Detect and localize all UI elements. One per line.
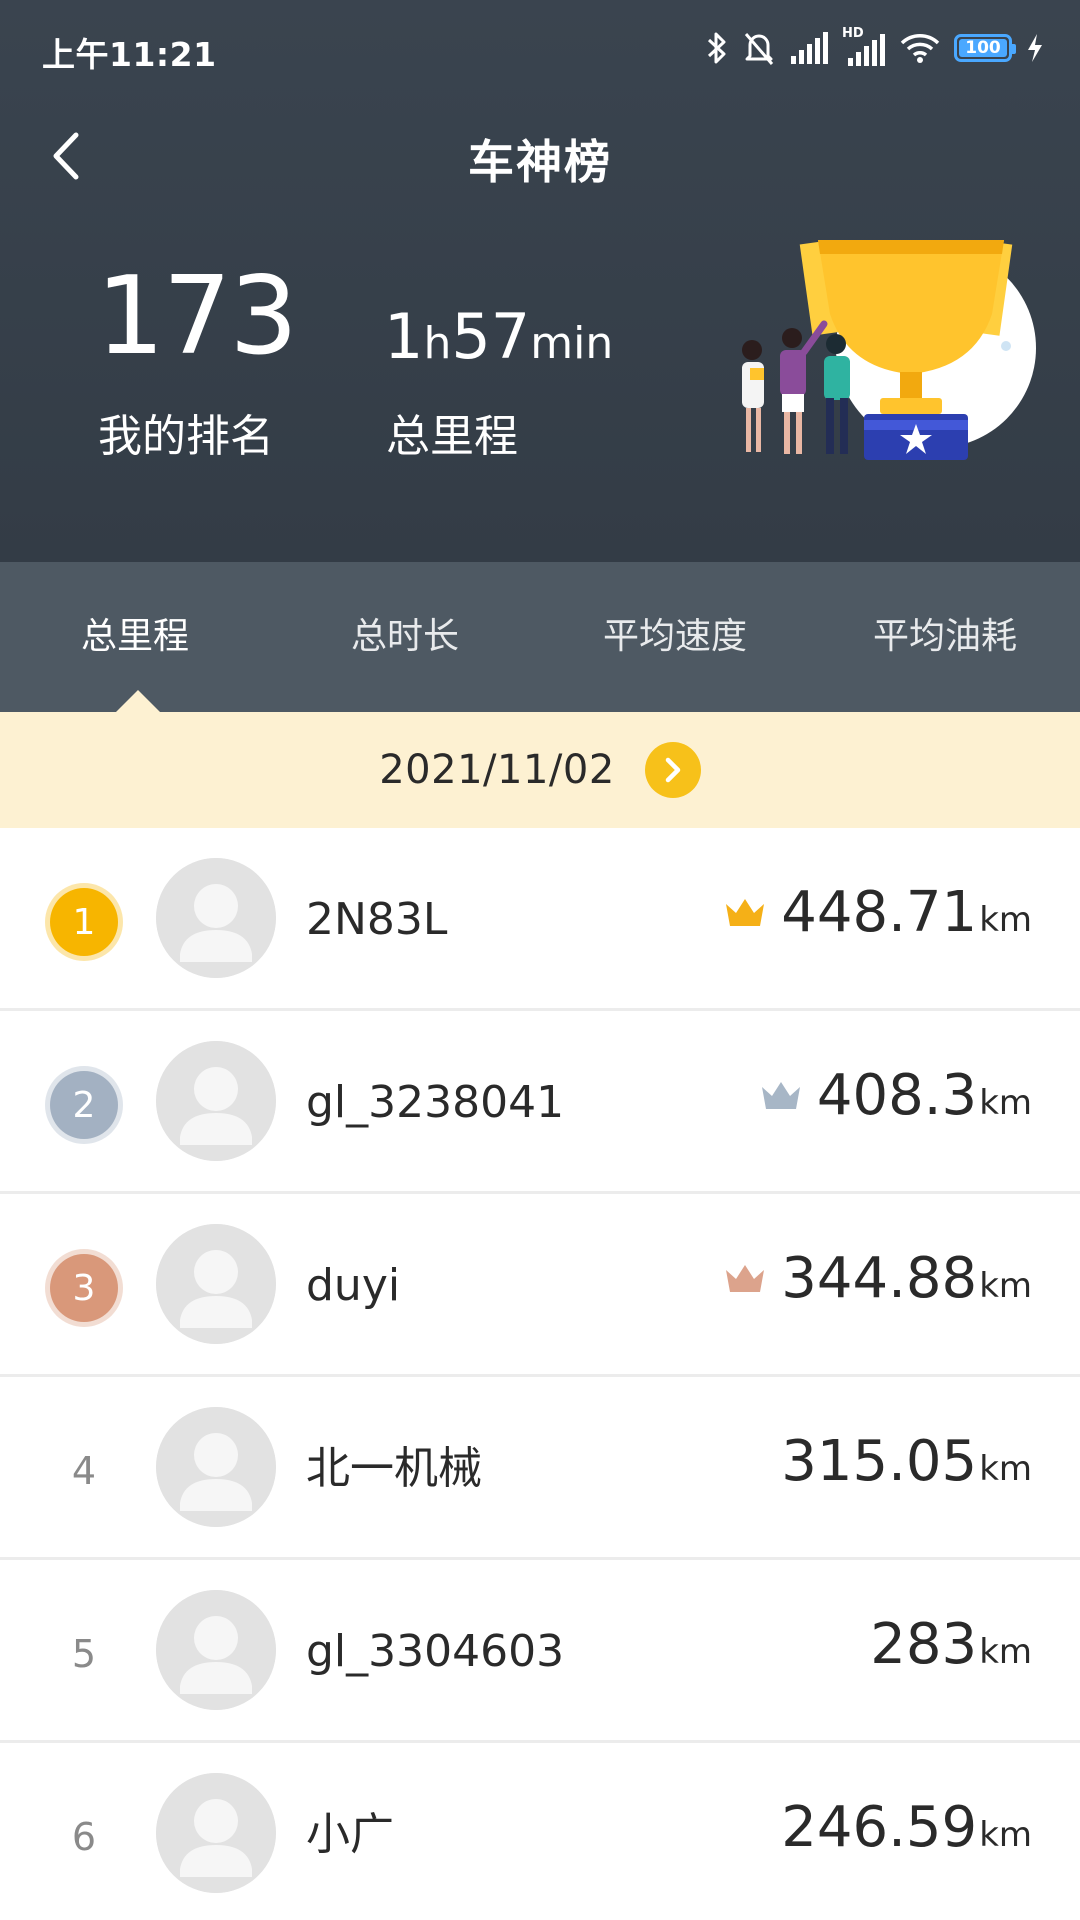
- chevron-right-icon: [665, 757, 681, 783]
- mileage-number: 344.88: [781, 1246, 978, 1311]
- battery-level: 100: [965, 38, 1001, 58]
- battery-icon: 100: [954, 34, 1016, 62]
- rank-badge: 2: [50, 1071, 118, 1139]
- tab-average-speed[interactable]: 平均速度: [540, 562, 810, 712]
- user-name: duyi: [306, 1260, 401, 1311]
- tab-bar: 总里程 总时长 平均速度 平均油耗: [0, 562, 1080, 712]
- mileage-value: 283 km: [870, 1612, 1032, 1677]
- crown-icon: [761, 1081, 800, 1109]
- user-name: gl_3238041: [306, 1077, 565, 1128]
- rank-number: 4: [71, 1449, 97, 1493]
- avatar[interactable]: [156, 1224, 276, 1344]
- mileage-number: 408.3: [816, 1063, 978, 1128]
- mileage-value: 246.59 km: [781, 1795, 1032, 1860]
- avatar[interactable]: [156, 858, 276, 978]
- ranking-row[interactable]: 6 小广 246.59 km: [0, 1743, 1080, 1920]
- total-label: 总里程: [386, 411, 518, 462]
- user-name: 2N83L: [306, 894, 448, 945]
- my-rank-value: 173: [96, 254, 298, 379]
- minutes-value: 57: [451, 300, 531, 373]
- ranking-row[interactable]: 3 duyi 344.88 km: [0, 1194, 1080, 1377]
- mileage-number: 448.71: [781, 880, 978, 945]
- user-name: 北一机械: [306, 1443, 482, 1494]
- rank-number: 6: [71, 1815, 97, 1859]
- ranking-row[interactable]: 5 gl_3304603 283 km: [0, 1560, 1080, 1743]
- page-title: 车神榜: [468, 135, 612, 189]
- bluetooth-icon: [707, 32, 726, 64]
- status-icons: HD 100: [706, 26, 1044, 68]
- mileage-value: 408.3 km: [759, 1063, 1032, 1128]
- avatar[interactable]: [156, 1773, 276, 1893]
- mileage-number: 283: [870, 1612, 978, 1677]
- tab-total-duration[interactable]: 总时长: [270, 562, 540, 712]
- mileage-unit: km: [979, 1449, 1032, 1489]
- mileage-unit: km: [979, 1632, 1032, 1672]
- minutes-unit: min: [530, 318, 614, 369]
- mileage-value: 315.05 km: [781, 1429, 1032, 1494]
- ranking-list: 1 2N83L 448.71 km 2 gl_3238041 408.3 km 3 duyi 344…: [0, 828, 1080, 1920]
- rank-badge: 1: [50, 888, 118, 956]
- crown-icon: [726, 898, 765, 926]
- my-rank-label: 我的排名: [98, 411, 274, 462]
- active-tab-indicator: [116, 690, 160, 712]
- mileage-number: 246.59: [781, 1795, 978, 1860]
- rank-number: 5: [71, 1632, 97, 1676]
- mileage-value: 448.71 km: [723, 880, 1032, 945]
- trophy-illustration: [742, 240, 1036, 460]
- mute-icon: [744, 33, 774, 65]
- status-bar: 上午11:21 HD 100: [0, 0, 1080, 96]
- header: 上午11:21 HD 100 车神榜 173 我的排名 1h57min 总里程: [0, 0, 1080, 562]
- avatar[interactable]: [156, 1407, 276, 1527]
- mileage-unit: km: [979, 900, 1032, 940]
- mileage-number: 315.05: [781, 1429, 978, 1494]
- avatar[interactable]: [156, 1590, 276, 1710]
- wifi-icon: [900, 34, 940, 63]
- total-value: 1h57min: [384, 302, 613, 388]
- tab-average-fuel[interactable]: 平均油耗: [810, 562, 1080, 712]
- hd-signal-icon: HD: [842, 26, 886, 66]
- user-name: 小广: [306, 1809, 394, 1860]
- status-time: 上午11:21: [42, 35, 217, 74]
- ranking-row[interactable]: 2 gl_3238041 408.3 km: [0, 1011, 1080, 1194]
- mileage-unit: km: [979, 1266, 1032, 1306]
- ranking-row[interactable]: 4 北一机械 315.05 km: [0, 1377, 1080, 1560]
- mileage-unit: km: [979, 1083, 1032, 1123]
- crown-icon: [726, 1264, 765, 1292]
- hours-value: 1: [384, 300, 424, 373]
- ranking-row[interactable]: 1 2N83L 448.71 km: [0, 828, 1080, 1011]
- user-name: gl_3304603: [306, 1626, 565, 1677]
- rank-badge: 3: [50, 1254, 118, 1322]
- signal-icon: [791, 32, 828, 64]
- charging-icon: [1028, 34, 1042, 62]
- mileage-value: 344.88 km: [723, 1246, 1032, 1311]
- avatar[interactable]: [156, 1041, 276, 1161]
- next-date-button[interactable]: [644, 742, 701, 798]
- date-bar: 2021/11/02: [0, 712, 1080, 828]
- hours-unit: h: [423, 318, 452, 369]
- date-text: 2021/11/02: [379, 747, 615, 793]
- mileage-unit: km: [979, 1815, 1032, 1855]
